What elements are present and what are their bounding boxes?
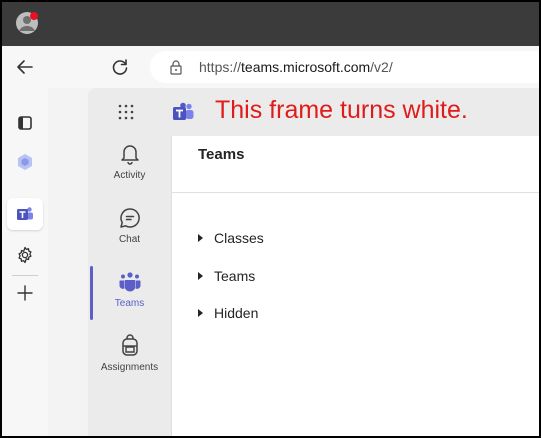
chat-icon (119, 208, 140, 228)
tree-item-label: Teams (214, 268, 256, 284)
header-divider (172, 192, 539, 193)
edge-teams-button[interactable] (7, 198, 43, 230)
url-path: /v2/ (370, 59, 393, 75)
copilot-icon (18, 154, 32, 170)
profile-avatar[interactable] (15, 11, 39, 35)
rail-item-assignments[interactable]: Assignments (88, 328, 171, 392)
lock-icon[interactable] (168, 59, 184, 75)
app-launcher-button[interactable] (116, 102, 136, 122)
rail-label-assignments: Assignments (100, 362, 159, 373)
teams-logo-icon (173, 102, 194, 120)
address-bar[interactable]: https://teams.microsoft.com/v2/ (150, 51, 539, 83)
expand-caret-icon (198, 272, 203, 280)
waffle-icon (118, 104, 134, 120)
teams-app: This frame turns white. Activity Chat Te… (88, 88, 539, 436)
backpack-icon (121, 334, 138, 356)
tabs-icon (18, 116, 32, 130)
tree-item-label: Classes (214, 230, 264, 246)
teams-logo (172, 102, 194, 122)
expand-caret-icon (198, 309, 203, 317)
teams-header: This frame turns white. (88, 88, 539, 136)
rail-label-chat: Chat (118, 234, 141, 245)
annotation-text: This frame turns white. (215, 96, 468, 124)
teams-main-pane: Teams Classes Teams Hidden (171, 136, 539, 436)
tree-item-hidden[interactable]: Hidden (198, 303, 258, 323)
address-bar-row: https://teams.microsoft.com/v2/ (2, 46, 539, 88)
teams-people-icon (118, 272, 141, 292)
add-sidebar-app-button[interactable] (13, 281, 37, 305)
tree-item-teams[interactable]: Teams (198, 266, 255, 286)
url-domain: teams.microsoft.com (241, 59, 371, 75)
tree-item-label: Hidden (214, 305, 259, 321)
teams-app-rail: Activity Chat Teams Assignments (88, 136, 171, 436)
back-arrow-icon (17, 60, 33, 74)
add-icon (17, 285, 33, 301)
notification-badge (30, 12, 38, 20)
rail-item-teams[interactable]: Teams (88, 264, 171, 328)
tree-item-classes[interactable]: Classes (198, 228, 264, 248)
rail-item-activity[interactable]: Activity (88, 136, 171, 200)
gear-icon (18, 246, 32, 264)
bell-icon (120, 145, 139, 165)
profile-icon (16, 12, 38, 34)
sidebar-divider (12, 275, 38, 276)
rail-label-teams: Teams (114, 298, 145, 309)
back-button[interactable] (13, 55, 37, 79)
page-title: Teams (198, 146, 245, 163)
tab-actions-button[interactable] (13, 111, 37, 135)
refresh-button[interactable] (108, 55, 132, 79)
url-text: https://teams.microsoft.com/v2/ (199, 59, 393, 75)
url-prefix: https:// (199, 59, 242, 75)
refresh-icon (112, 59, 128, 75)
rail-label-activity: Activity (113, 170, 146, 181)
title-bar (2, 2, 539, 46)
settings-button[interactable] (13, 243, 37, 267)
copilot-button[interactable] (13, 150, 37, 174)
browser-window: https://teams.microsoft.com/v2/ This fra… (0, 0, 541, 438)
expand-caret-icon (198, 234, 203, 242)
rail-item-chat[interactable]: Chat (88, 200, 171, 264)
teams-icon (17, 207, 33, 220)
edge-sidebar (2, 88, 48, 436)
